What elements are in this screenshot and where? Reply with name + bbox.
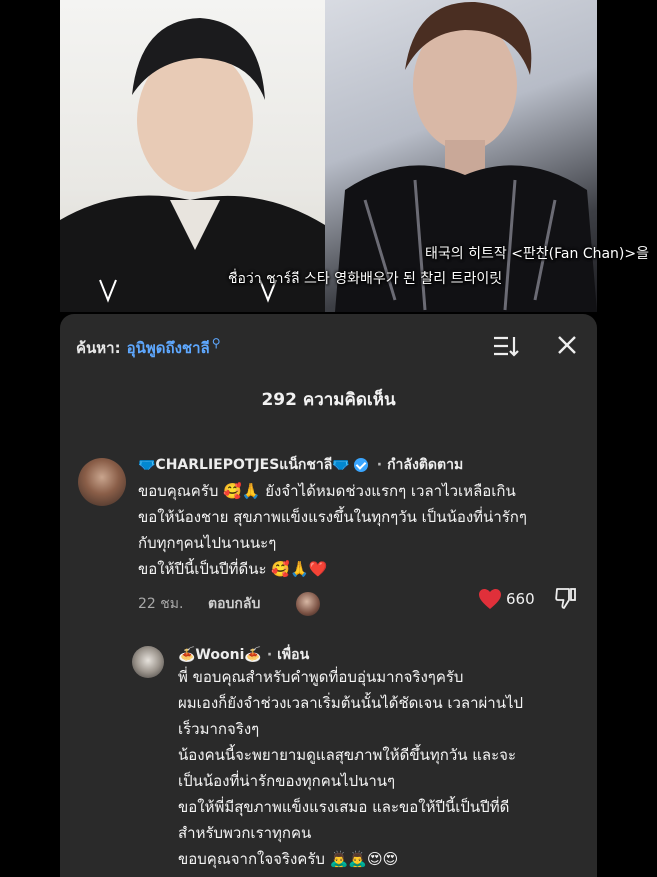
video-player[interactable] — [60, 0, 597, 312]
creator-liked-avatar — [296, 592, 320, 616]
dislike-icon[interactable] — [554, 586, 578, 610]
comment-line: กับทุกๆคนไปนานนะๆ — [138, 534, 277, 552]
comment-username[interactable]: 🩲CHARLIEPOTJESแน็กชาลี🩲 — [138, 454, 350, 476]
person-right-illustration — [335, 1, 597, 312]
like-count: 660 — [506, 590, 535, 608]
relation-label: เพื่อน — [277, 647, 310, 663]
heart-icon[interactable] — [478, 588, 502, 610]
reply-button[interactable]: ตอบกลับ — [208, 593, 260, 615]
comment-text: ขอบคุณครับ 🥰🙏 ยังจำได้หมดช่วงแรกๆ เวลาไว… — [138, 478, 588, 582]
reply-line: ขอบคุณจากใจจริงครับ 🙇‍♂️🙇‍♂️😍😍 — [178, 850, 399, 868]
reply-avatar[interactable] — [132, 646, 164, 678]
reply-text: พี่ ขอบคุณสำหรับคำพูดที่อบอุ่นมากจริงๆคร… — [178, 664, 588, 872]
separator-dot: · — [266, 647, 273, 663]
comments-count-title: 292 ความคิดเห็น — [261, 390, 396, 410]
reply-line: เป็นน้องที่น่ารักของทุกคนไปนานๆ — [178, 772, 396, 790]
separator-dot: · — [376, 457, 383, 473]
search-query[interactable]: ค้นหา: อุนิพูดถึงชาลี ⚲ — [76, 336, 221, 360]
reply-line: ผมเองก็ยังจำช่วงเวลาเริ่มต้นนั้นได้ชัดเจ… — [178, 694, 524, 712]
reply-line: สำหรับพวกเราทุกคน — [178, 824, 312, 842]
reply-username[interactable]: 🍝Wooni🍝 — [178, 647, 262, 663]
comment-username-row: 🩲CHARLIEPOTJESแน็กชาลี🩲 · กำลังติดตาม — [138, 454, 463, 476]
search-prefix-label: ค้นหา: — [76, 339, 121, 357]
search-term-link[interactable]: อุนิพูดถึงชาลี — [127, 336, 210, 360]
sort-icon[interactable] — [492, 334, 520, 358]
video-subtitle-line-1: 태국의 히트작 <판찬(Fan Chan)>을 — [425, 246, 649, 262]
close-icon[interactable] — [556, 334, 578, 356]
comment-line: ขอบคุณครับ 🥰🙏 ยังจำได้หมดช่วงแรกๆ เวลาไว… — [138, 482, 516, 500]
verified-badge-icon — [353, 458, 368, 472]
reply-line: พี่ ขอบคุณสำหรับคำพูดที่อบอุ่นมากจริงๆคร… — [178, 668, 464, 686]
comment-line: ขอให้น้องชาย สุขภาพแข็งแรงขึ้นในทุกๆวัน … — [138, 508, 527, 526]
reply-line: น้องคนนี้จะพยายามดูแลสุขภาพให้ดีขึ้นทุกว… — [178, 746, 517, 764]
reply-username-row: 🍝Wooni🍝 · เพื่อน — [178, 644, 309, 666]
reply-line: เร็วมากจริงๆ — [178, 720, 260, 738]
search-icon[interactable]: ⚲ — [212, 336, 221, 350]
person-left-illustration — [60, 18, 325, 312]
comment-time: 22 ชม. — [138, 596, 184, 612]
comment-line: ขอให้ปีนี้เป็นปีที่ดีนะ 🥰🙏❤️ — [138, 560, 328, 578]
follow-status[interactable]: กำลังติดตาม — [387, 454, 463, 476]
reply-line: ขอให้พี่มีสุขภาพแข็งแรงเสมอ และขอให้ปีนี… — [178, 798, 510, 816]
commenter-avatar[interactable] — [78, 458, 126, 506]
video-frame-left — [60, 0, 325, 312]
video-subtitle-line-2: ชื่อว่า ชาร์ลี 스타 영화배우가 된 찰리 트라이릿 — [228, 271, 503, 287]
comments-sheet: ค้นหา: อุนิพูดถึงชาลี ⚲ 292 ความคิดเห็น … — [60, 314, 597, 877]
video-frame-right — [325, 0, 597, 312]
